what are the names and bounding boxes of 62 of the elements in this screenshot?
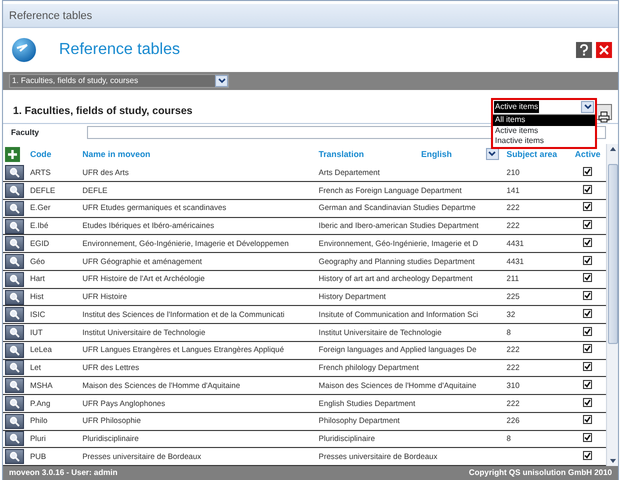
print-button[interactable] [596,104,612,120]
close-button[interactable] [596,42,612,58]
active-checkbox[interactable] [583,166,592,176]
column-header[interactable]: Active [574,148,600,159]
active-checkbox[interactable] [583,308,592,318]
active-checkbox[interactable] [583,380,592,389]
active-checkbox[interactable] [583,450,592,460]
view-button[interactable] [5,183,24,198]
filter-label: Faculty [11,126,40,138]
active-checkbox[interactable] [583,398,592,407]
dropdown-option[interactable]: Inactive items [493,136,595,146]
active-checkbox[interactable] [583,291,592,300]
active-checkbox[interactable] [583,184,592,194]
column-header[interactable]: Translation [318,148,364,159]
active-checkbox[interactable] [583,344,592,354]
copyright-text: Copyright QS unisolution GmbH 2010 [468,467,612,479]
scroll-up-icon[interactable] [608,146,616,152]
column-header[interactable]: Code [30,148,52,159]
active-checkbox[interactable] [583,220,592,230]
scroll-down-icon[interactable] [608,458,616,464]
caret-icon[interactable] [584,104,592,110]
view-button[interactable] [5,360,24,376]
view-button[interactable] [5,414,24,429]
add-button[interactable] [5,146,20,162]
active-checkbox[interactable] [583,433,592,442]
view-button[interactable] [5,396,24,411]
active-checkbox[interactable] [583,362,592,372]
active-checkbox[interactable] [583,238,592,247]
view-button[interactable] [5,431,24,446]
active-checkbox[interactable] [583,415,592,424]
status-dropdown[interactable]: Active items All items Active items Inactive items [491,98,597,148]
view-button[interactable] [5,324,24,340]
active-checkbox[interactable] [583,202,592,212]
active-checkbox[interactable] [583,326,592,336]
logo-icon [11,37,37,63]
version-user-text: moveon 3.0.16 - User: admin [9,467,118,479]
view-button[interactable] [5,200,24,216]
caret-icon[interactable] [218,78,226,84]
view-button[interactable] [5,254,24,270]
page-title: Reference tables [59,40,181,60]
view-button[interactable] [5,290,24,304]
help-button[interactable] [576,42,592,58]
window-title: Reference tables [3,4,618,28]
view-button[interactable] [5,307,24,322]
column-header[interactable]: Name in moveon [82,148,150,159]
view-button[interactable] [5,165,24,180]
view-button[interactable] [5,272,24,287]
view-button[interactable] [5,449,24,464]
view-button[interactable] [5,378,24,394]
view-button[interactable] [5,342,24,358]
active-checkbox[interactable] [583,273,592,282]
column-header[interactable]: Subject area [506,148,558,159]
caret-icon[interactable] [488,151,496,157]
dropdown-option[interactable]: All items [493,115,595,126]
view-button[interactable] [5,218,24,234]
language-select[interactable]: English [421,148,499,160]
active-checkbox[interactable] [583,256,592,265]
section-title: 1. Faculties, fields of study, courses [13,104,194,120]
dropdown-option[interactable]: Active items [493,126,595,136]
view-button[interactable] [5,236,24,252]
scrollbar[interactable] [606,144,618,466]
table-select[interactable]: 1. Faculties, fields of study, courses [9,74,229,88]
